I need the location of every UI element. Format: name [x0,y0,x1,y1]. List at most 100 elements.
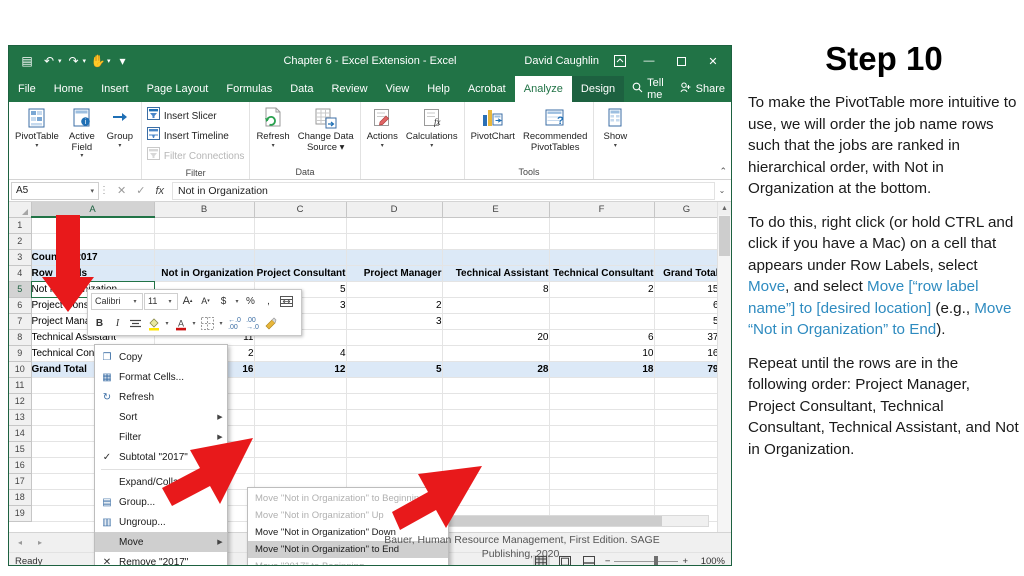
ribbon-display-options-icon[interactable] [607,47,633,75]
sheet-nav-prev-icon[interactable]: ◂ [13,538,27,547]
row-header-1[interactable]: 1 [9,217,32,234]
grid-cell[interactable] [549,377,655,394]
context-menu-item-move[interactable]: Move ▶ [95,532,227,552]
minimize-button[interactable]: — [633,47,665,75]
grid-cell[interactable] [549,409,655,426]
context-menu-item-group[interactable]: ▤ Group... [95,492,227,512]
grid-cell[interactable] [549,473,655,490]
context-menu-item-copy[interactable]: ❐ Copy [95,347,227,367]
grid-cell[interactable]: Count of 2017 [31,249,155,266]
grid-cell[interactable] [654,457,720,474]
grid-cell[interactable] [154,217,255,234]
grid-cell[interactable]: 28 [442,361,550,378]
borders-dropdown-icon[interactable]: ▾ [217,320,225,327]
tab-insert[interactable]: Insert [92,76,138,102]
fill-color-dropdown-icon[interactable]: ▾ [163,320,171,327]
column-header-c[interactable]: C [254,202,347,218]
grid-cell[interactable]: 3 [346,313,443,330]
actions-dropdown-icon[interactable]: ▾ [381,143,384,150]
tab-analyze[interactable]: Analyze [514,76,572,102]
grid-cell[interactable] [346,249,443,266]
row-header-13[interactable]: 13 [9,409,32,426]
grid-cell[interactable] [654,425,720,442]
grid-cell[interactable] [654,441,720,458]
grid-cell[interactable]: Project Consultant [254,265,347,282]
context-menu-item-ungroup[interactable]: ▥ Ungroup... [95,512,227,532]
grid-cell[interactable] [254,377,347,394]
row-header-17[interactable]: 17 [9,473,32,490]
calculations-button[interactable]: fx Calculations ▾ [402,104,462,152]
grid-cell[interactable] [346,281,443,298]
grid-cell[interactable] [254,249,347,266]
row-header-14[interactable]: 14 [9,425,32,442]
percent-format-icon[interactable]: % [242,292,259,311]
grid-cell[interactable] [442,313,550,330]
grid-cell[interactable] [254,425,347,442]
grid-cell[interactable] [654,473,720,490]
zoom-track[interactable] [614,556,679,565]
group-dropdown-icon[interactable]: ▾ [118,143,121,150]
grid-cell[interactable] [346,377,443,394]
grid-cell[interactable] [346,233,443,250]
active-field-dropdown-icon[interactable]: ▾ [80,153,83,160]
grid-cell[interactable]: 15 [654,281,720,298]
grid-cell[interactable]: 4 [254,345,347,362]
row-header-2[interactable]: 2 [9,233,32,250]
grid-cell[interactable] [549,489,655,506]
grid-cell[interactable] [442,297,550,314]
sheet-nav-next-icon[interactable]: ▸ [33,538,47,547]
touch-mode-dropdown-icon[interactable]: ▾ [107,57,111,65]
grid-cell[interactable] [254,457,347,474]
tab-file[interactable]: File [9,76,45,102]
grid-cell[interactable] [549,393,655,410]
grid-cell[interactable]: 5 [346,361,443,378]
grid-cell[interactable]: 79 [654,361,720,378]
grid-cell[interactable] [346,393,443,410]
close-button[interactable]: ✕ [697,47,729,75]
grid-cell[interactable]: 2 [346,297,443,314]
tell-me-button[interactable]: Tell me [624,76,672,102]
grid-cell[interactable] [346,441,443,458]
grow-font-icon[interactable]: A ▴ [179,292,196,311]
row-header-6[interactable]: 6 [9,297,32,314]
row-header-19[interactable]: 19 [9,505,32,522]
comma-format-icon[interactable]: , [260,292,277,311]
grid-cell[interactable]: Grand Total [654,265,720,282]
context-menu-item-format-cells[interactable]: ▦ Format Cells... [95,367,227,387]
tab-data[interactable]: Data [281,76,322,102]
pivotchart-button[interactable]: PivotChart [467,104,519,145]
grid-cell[interactable]: Technical Assistant [442,265,550,282]
refresh-dropdown-icon[interactable]: ▾ [272,143,275,150]
insert-timeline-button[interactable]: Insert Timeline [144,126,232,146]
font-color-icon[interactable]: A [172,314,189,333]
insert-function-icon[interactable]: fx [155,185,164,197]
row-header-11[interactable]: 11 [9,377,32,394]
maximize-button[interactable] [665,47,697,75]
undo-dropdown-icon[interactable]: ▾ [58,57,62,65]
center-align-icon[interactable] [127,314,144,333]
row-header-10[interactable]: 10 [9,361,32,378]
grid-cell[interactable] [254,393,347,410]
grid-cell[interactable] [549,441,655,458]
row-header-5[interactable]: 5 [9,281,32,298]
grid-cell[interactable] [654,233,720,250]
grid-cell[interactable] [154,249,255,266]
cancel-icon[interactable]: ✕ [117,184,126,197]
context-menu-item-remove-2017[interactable]: ✕ Remove "2017" [95,552,227,566]
accounting-format-icon[interactable]: $ [215,292,232,311]
grid-cell[interactable] [31,217,155,234]
column-header-b[interactable]: B [154,202,255,218]
grid-cell[interactable] [346,217,443,234]
grid-cell[interactable] [346,345,443,362]
bold-icon[interactable]: B [91,314,108,333]
vertical-scroll-thumb[interactable] [719,216,730,256]
grid-cell[interactable] [442,473,550,490]
show-dropdown-icon[interactable]: ▾ [614,143,617,150]
grid-cell[interactable]: 6 [654,297,720,314]
touch-mode-icon[interactable]: ✋ [88,51,108,71]
name-box[interactable]: A5 ▾ [11,181,99,200]
grid-cell[interactable]: 8 [442,281,550,298]
customize-qat-icon[interactable]: ▾ [113,51,133,71]
context-menu-item-subtotal-2017[interactable]: ✓ Subtotal "2017" [95,447,227,467]
column-header-f[interactable]: F [549,202,655,218]
